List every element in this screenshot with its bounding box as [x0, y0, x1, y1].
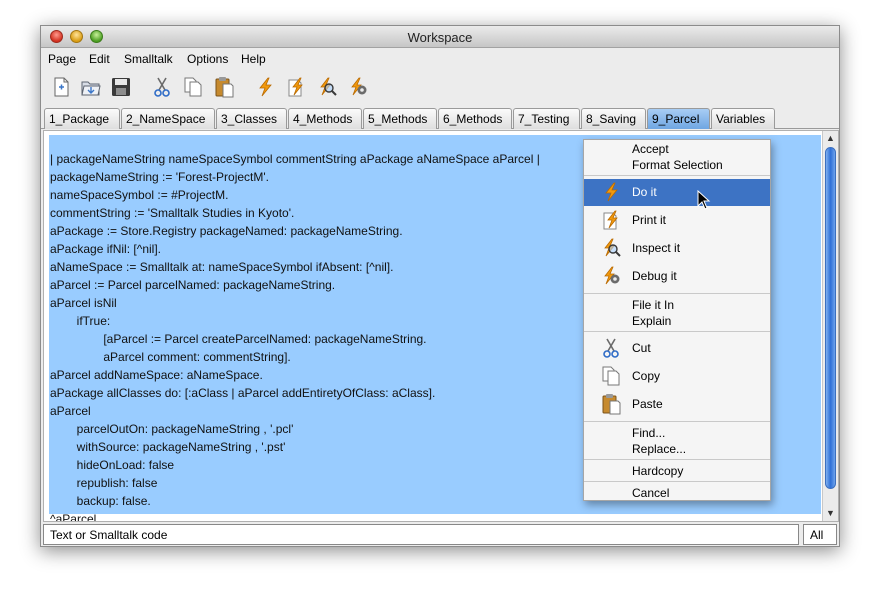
menu-separator — [584, 459, 770, 460]
code-line: [aParcel := Parcel createParcelNamed: pa… — [50, 332, 427, 346]
inspect-it-icon[interactable] — [316, 76, 338, 98]
paste-clipboard-icon — [600, 393, 622, 415]
code-line: ^aParcel — [50, 512, 97, 522]
menu-bar: Page Edit Smalltalk Options Help — [41, 48, 839, 69]
code-line: backup: false. — [50, 494, 151, 508]
menu-item-do-it[interactable]: Do it — [584, 179, 770, 206]
tab-6-methods[interactable]: 6_Methods — [438, 108, 512, 129]
debug-it-icon[interactable] — [347, 76, 369, 98]
code-line: aParcel addNameSpace: aNameSpace. — [50, 368, 263, 382]
menu-item-paste[interactable]: Paste — [584, 391, 770, 418]
open-folder-icon[interactable] — [80, 76, 102, 98]
menu-item-file-it-in[interactable]: File it In — [584, 297, 770, 313]
code-line: parcelOutOn: packageNameString , '.pcl' — [50, 422, 294, 436]
code-line: ifTrue: — [50, 314, 111, 328]
menu-item-cut[interactable]: Cut — [584, 335, 770, 362]
copy-pages-icon[interactable] — [182, 76, 204, 98]
code-line: aNameSpace := Smalltalk at: nameSpaceSym… — [50, 260, 394, 274]
do-it-lightning-icon[interactable] — [254, 76, 276, 98]
menu-item-inspect-it[interactable]: Inspect it — [584, 235, 770, 262]
tab-9-parcel[interactable]: 9_Parcel — [647, 108, 710, 129]
tab-1-package[interactable]: 1_Package — [44, 108, 120, 129]
title-bar[interactable]: Workspace — [41, 26, 839, 48]
status-text: Text or Smalltalk code — [43, 524, 799, 545]
mouse-pointer-icon — [697, 189, 711, 210]
code-line: aParcel comment: commentString]. — [50, 350, 291, 364]
menu-separator — [584, 293, 770, 294]
menu-separator — [584, 175, 770, 176]
menu-separator — [584, 421, 770, 422]
scroll-up-arrow-icon[interactable]: ▲ — [825, 133, 836, 144]
menu-smalltalk[interactable]: Smalltalk — [124, 52, 173, 66]
code-line: packageNameString := 'Forest-ProjectM'. — [50, 170, 269, 184]
menu-item-accept[interactable]: Accept — [584, 141, 770, 157]
scope-selector[interactable]: All — [803, 524, 837, 545]
menu-item-format-selection[interactable]: Format Selection — [584, 157, 770, 173]
menu-item-debug-it[interactable]: Debug it — [584, 263, 770, 290]
do-it-lightning-icon — [600, 181, 622, 203]
code-line: republish: false — [50, 476, 158, 490]
tab-8-saving[interactable]: 8_Saving — [581, 108, 646, 129]
tab-7-testing[interactable]: 7_Testing — [513, 108, 580, 129]
code-line: nameSpaceSymbol := #ProjectM. — [50, 188, 229, 202]
code-line: aPackage ifNil: [^nil]. — [50, 242, 162, 256]
print-it-icon[interactable] — [285, 76, 307, 98]
menu-page[interactable]: Page — [48, 52, 76, 66]
tab-5-methods[interactable]: 5_Methods — [363, 108, 437, 129]
code-line: withSource: packageNameString , '.pst' — [50, 440, 286, 454]
tab-4-methods[interactable]: 4_Methods — [288, 108, 362, 129]
status-bar: Text or Smalltalk code All — [41, 524, 839, 546]
menu-options[interactable]: Options — [187, 52, 228, 66]
menu-help[interactable]: Help — [241, 52, 266, 66]
code-line: aParcel := Parcel parcelNamed: packageNa… — [50, 278, 336, 292]
code-line: hideOnLoad: false — [50, 458, 175, 472]
tab-3-classes[interactable]: 3_Classes — [216, 108, 287, 129]
menu-item-hardcopy[interactable]: Hardcopy — [584, 463, 770, 479]
menu-item-print-it[interactable]: Print it — [584, 207, 770, 234]
code-line: aPackage := Store.Registry packageNamed:… — [50, 224, 403, 238]
menu-separator — [584, 331, 770, 332]
menu-item-replace[interactable]: Replace... — [584, 441, 770, 457]
menu-item-cancel[interactable]: Cancel — [584, 485, 770, 501]
debug-it-icon — [600, 265, 622, 287]
save-disk-icon[interactable] — [110, 76, 132, 98]
paste-clipboard-icon[interactable] — [213, 76, 235, 98]
code-line: aPackage allClasses do: [:aClass | aParc… — [50, 386, 436, 400]
menu-item-explain[interactable]: Explain — [584, 313, 770, 329]
code-line: aParcel — [50, 404, 91, 418]
scroll-thumb[interactable] — [825, 147, 836, 489]
scroll-down-arrow-icon[interactable]: ▼ — [825, 508, 836, 519]
toolbar — [41, 69, 839, 105]
inspect-it-icon — [600, 237, 622, 259]
copy-pages-icon — [600, 365, 622, 387]
cut-scissors-icon — [600, 337, 622, 359]
tab-2-namespace[interactable]: 2_NameSpace — [121, 108, 215, 129]
window-title: Workspace — [407, 30, 473, 45]
tab-strip: 1_Package 2_NameSpace 3_Classes 4_Method… — [41, 106, 839, 129]
code-line: commentString := 'Smalltalk Studies in K… — [50, 206, 295, 220]
context-menu: Accept Format Selection Do it Print it I… — [583, 139, 771, 501]
print-it-icon — [600, 209, 622, 231]
code-line: | packageNameString nameSpaceSymbol comm… — [50, 152, 540, 166]
cut-scissors-icon[interactable] — [151, 76, 173, 98]
tab-variables[interactable]: Variables — [711, 108, 775, 129]
menu-separator — [584, 481, 770, 482]
new-page-icon[interactable] — [50, 76, 72, 98]
menu-item-find[interactable]: Find... — [584, 425, 770, 441]
vertical-scrollbar[interactable]: ▲ ▼ — [822, 131, 838, 521]
menu-edit[interactable]: Edit — [89, 52, 110, 66]
code-line: aParcel isNil — [50, 296, 117, 310]
menu-item-copy[interactable]: Copy — [584, 363, 770, 390]
